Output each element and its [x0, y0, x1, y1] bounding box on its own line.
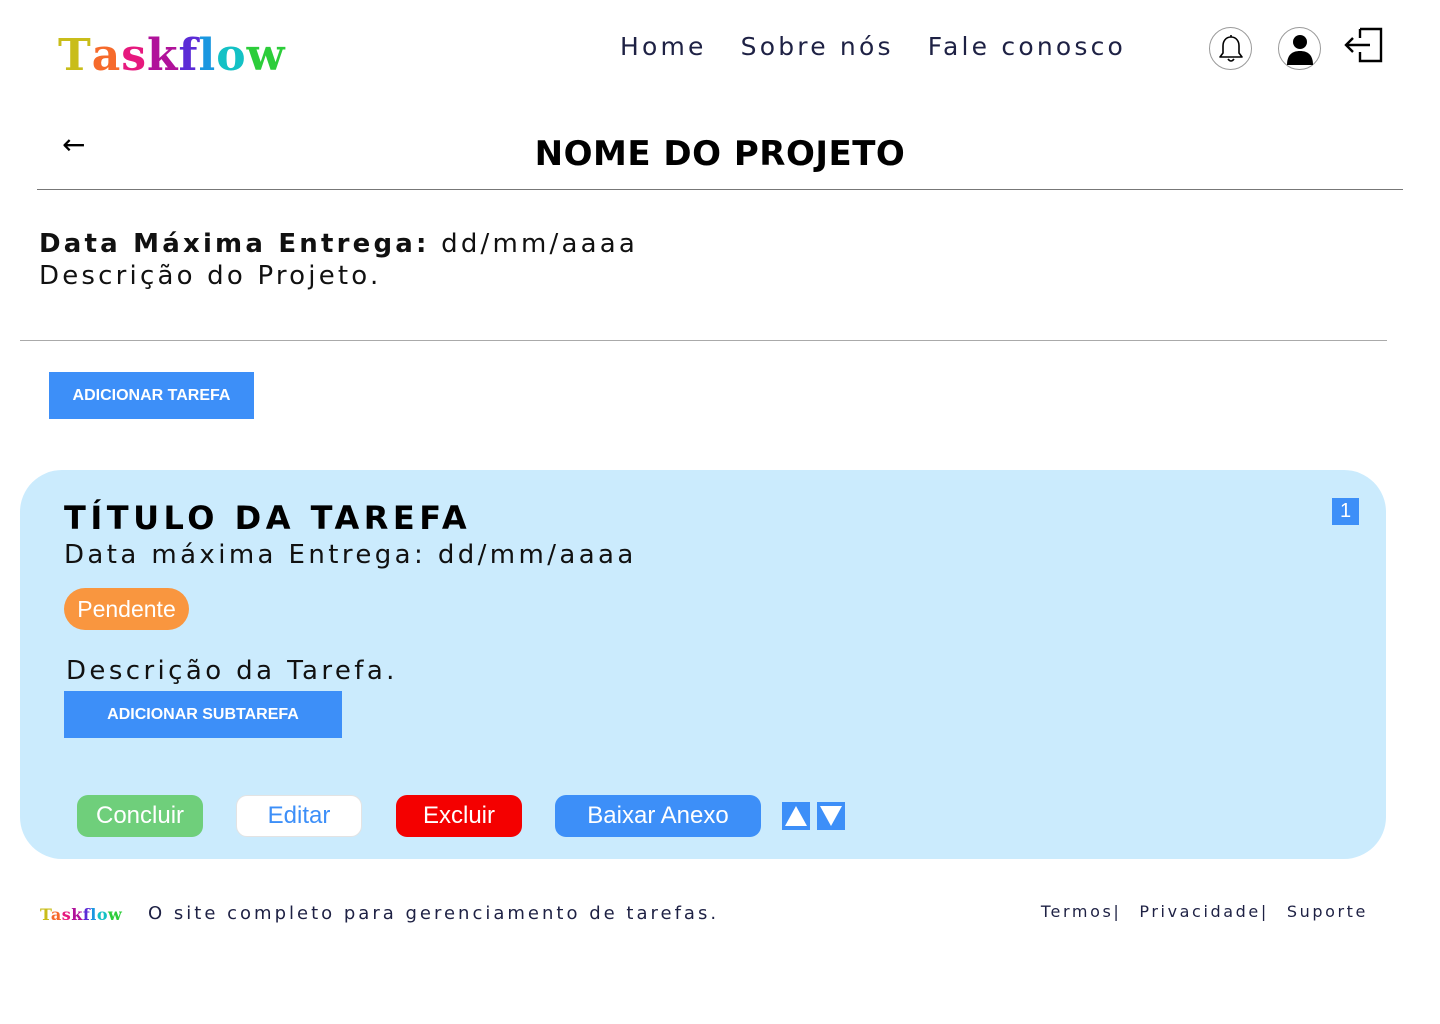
edit-button[interactable]: Editar — [236, 795, 362, 837]
project-description: Descrição do Projeto. — [39, 261, 382, 291]
footer-link-terms[interactable]: Termos| — [1041, 902, 1122, 922]
add-subtask-button[interactable]: ADICIONAR SUBTAREFA — [64, 691, 342, 738]
download-attachment-button[interactable]: Baixar Anexo — [555, 795, 761, 837]
footer-tagline: O site completo para gerenciamento de ta… — [148, 903, 720, 924]
add-task-button[interactable]: ADICIONAR TAREFA — [49, 372, 254, 419]
logo-letter: T — [40, 905, 51, 924]
move-down-button[interactable] — [817, 802, 845, 830]
logo-letter: w — [246, 30, 286, 81]
project-due-row: Data Máxima Entrega: dd/mm/aaaa — [39, 228, 638, 260]
triangle-up-icon — [785, 806, 807, 826]
task-title: TÍTULO DA TAREFA — [64, 499, 472, 537]
footer-link-support[interactable]: Suporte — [1287, 902, 1368, 922]
nav-home[interactable]: Home — [620, 30, 707, 64]
footer-link-privacy[interactable]: Privacidade| — [1139, 902, 1268, 922]
page-title: NOME DO PROJETO — [534, 134, 906, 174]
logo-letter: l — [90, 905, 97, 924]
status-badge: Pendente — [64, 588, 189, 630]
task-description: Descrição da Tarefa. — [66, 656, 398, 686]
divider — [37, 189, 1403, 190]
taskflow-logo[interactable]: Taskflow — [58, 30, 285, 82]
logo-letter: s — [61, 905, 72, 924]
footer-logo[interactable]: Taskflow — [40, 904, 122, 926]
task-index-badge: 1 — [1332, 498, 1359, 525]
project-info: Data Máxima Entrega: dd/mm/aaaa Descriçã… — [39, 228, 638, 292]
logo-letter: o — [96, 905, 108, 924]
main-nav: Home Sobre nós Fale conosco — [620, 30, 1126, 64]
profile-button[interactable] — [1278, 27, 1321, 70]
move-up-button[interactable] — [782, 802, 810, 830]
logout-button[interactable] — [1344, 27, 1384, 65]
nav-about[interactable]: Sobre nós — [741, 30, 894, 64]
logout-icon — [1344, 27, 1383, 63]
task-card: TÍTULO DA TAREFA Data máxima Entrega: dd… — [20, 470, 1386, 859]
divider — [20, 340, 1387, 341]
task-due-date: Data máxima Entrega: dd/mm/aaaa — [64, 540, 637, 570]
logo-letter: a — [50, 905, 62, 924]
logo-letter: k — [147, 30, 179, 81]
footer-links: Termos| Privacidade| Suporte — [1041, 902, 1368, 922]
logo-letter: k — [71, 905, 83, 924]
delete-button[interactable]: Excluir — [396, 795, 522, 837]
nav-contact[interactable]: Fale conosco — [928, 30, 1126, 64]
user-icon — [1286, 34, 1313, 65]
logo-letter: o — [216, 30, 247, 81]
notifications-button[interactable] — [1209, 27, 1252, 70]
conclude-button[interactable]: Concluir — [77, 795, 203, 837]
project-due-value: dd/mm/aaaa — [441, 229, 639, 259]
logo-letter: T — [58, 30, 92, 81]
logo-letter: f — [178, 30, 199, 81]
logo-letter: l — [198, 30, 217, 81]
bell-icon — [1218, 34, 1243, 62]
logo-letter: w — [108, 905, 123, 924]
logo-letter: a — [91, 30, 122, 81]
project-due-label: Data Máxima Entrega: — [39, 229, 430, 259]
logo-letter: s — [121, 30, 148, 81]
triangle-down-icon — [820, 806, 842, 826]
